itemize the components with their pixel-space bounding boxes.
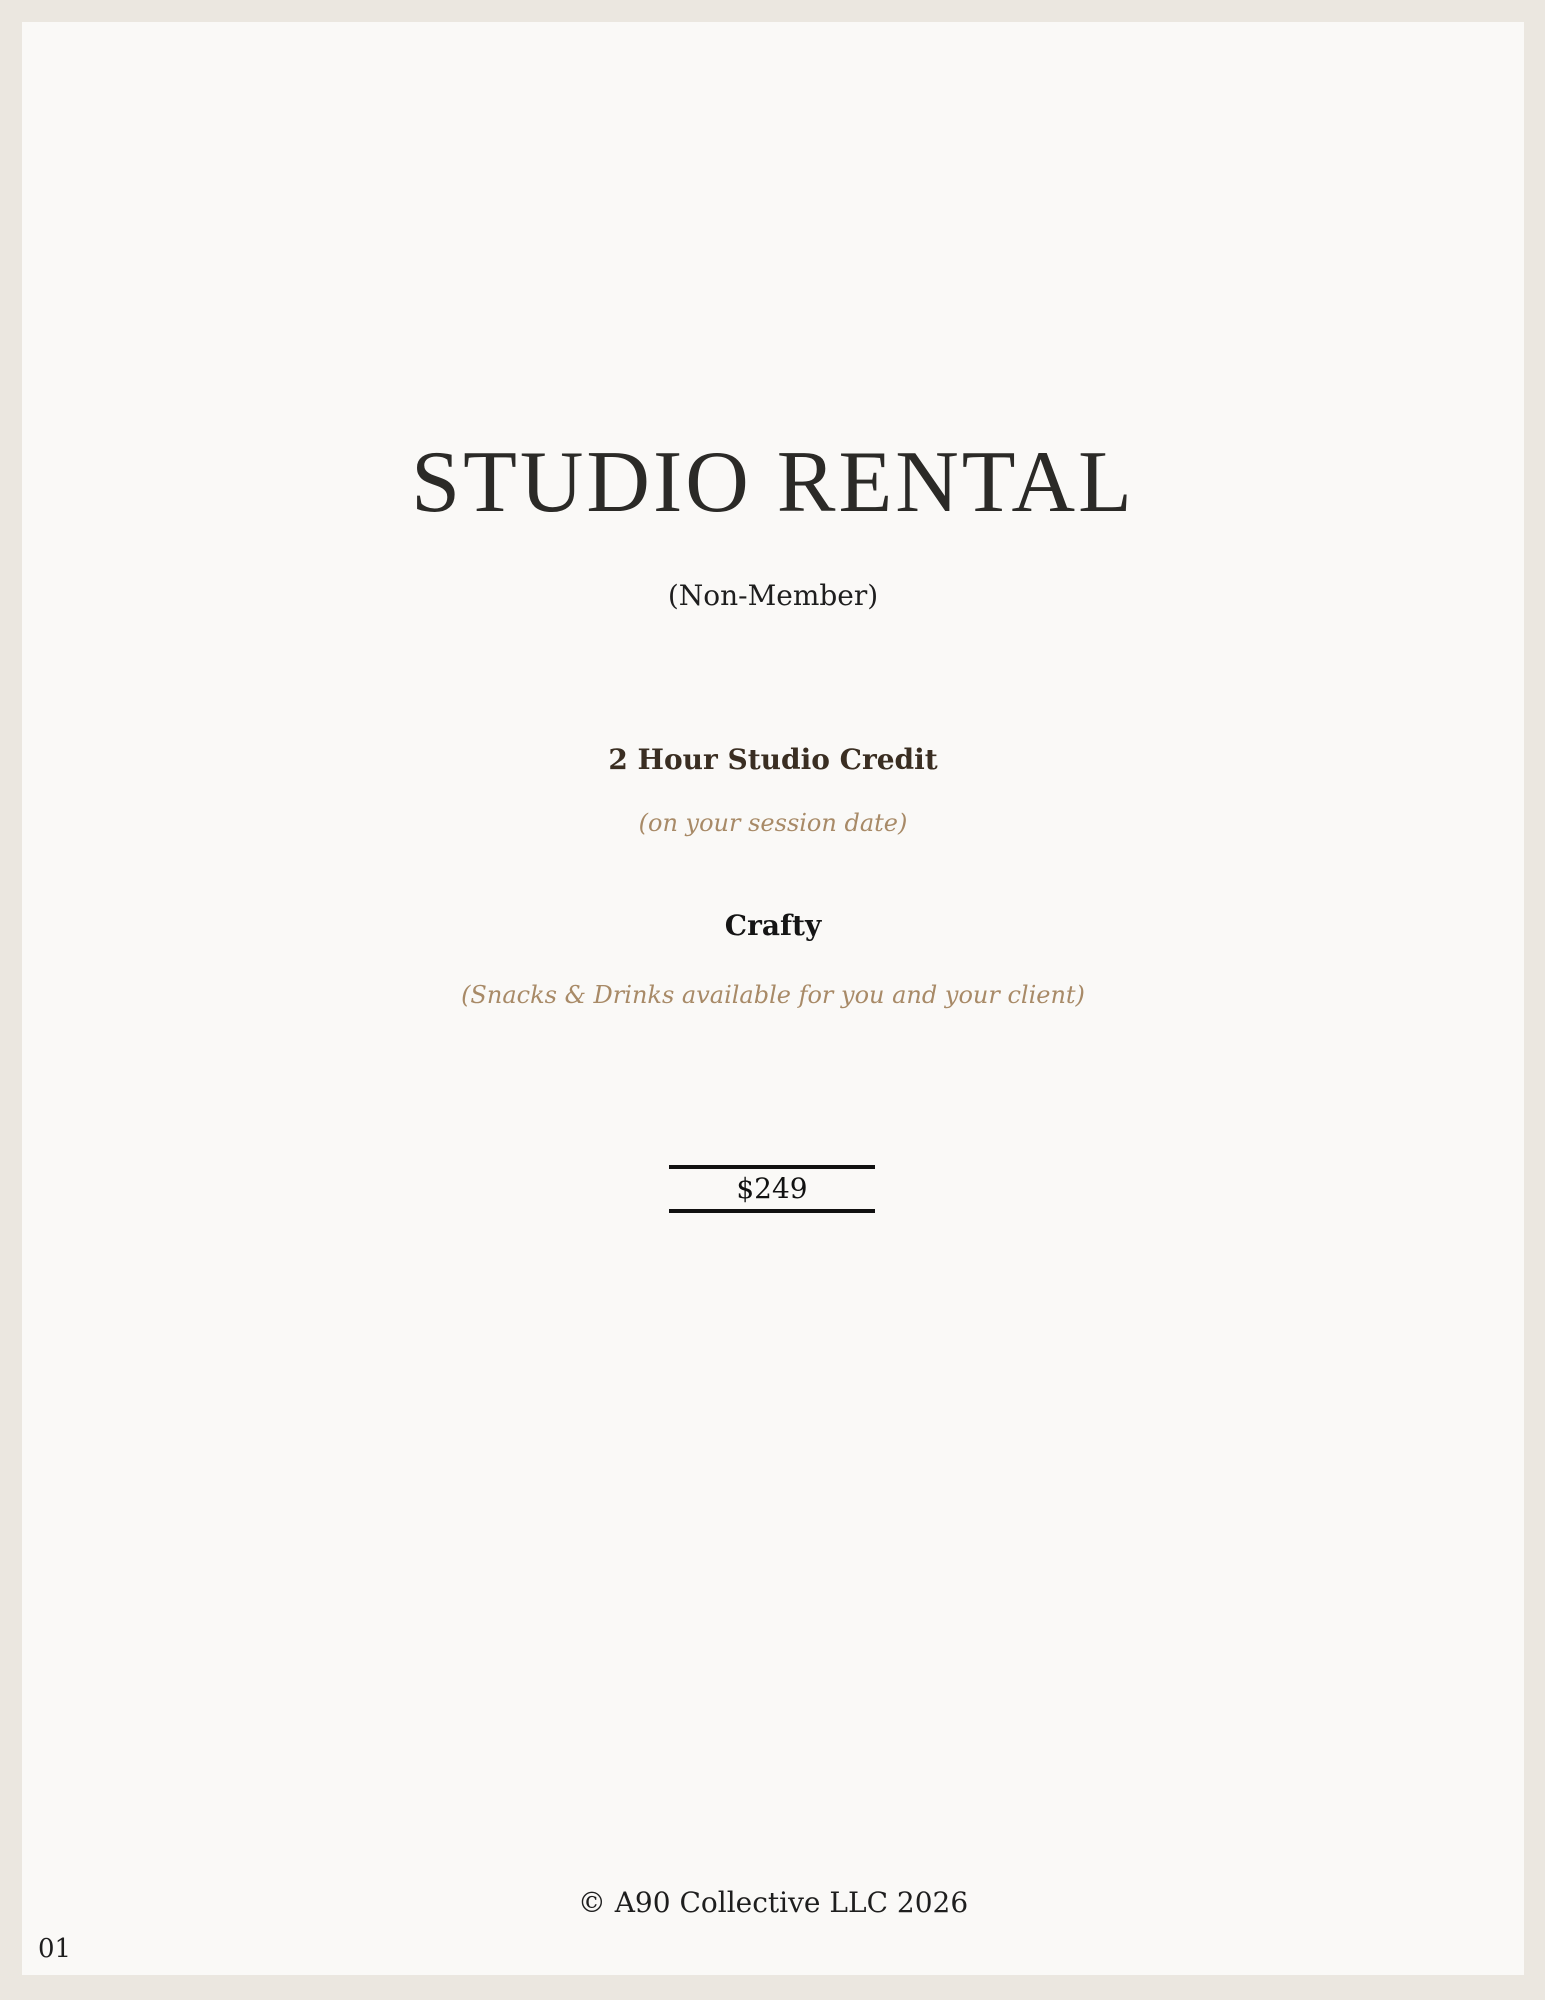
copyright-footer: © A90 Collective LLC 2026	[577, 1886, 969, 1919]
price-label: $249	[736, 1172, 808, 1205]
page-number: 01	[38, 1934, 72, 1964]
crafty-title: Crafty	[724, 909, 822, 942]
studio-credit-title: 2 Hour Studio Credit	[608, 743, 938, 776]
price-box: $249	[669, 1165, 875, 1213]
page-subtitle: (Non-Member)	[667, 579, 879, 612]
crafty-note: (Snacks & Drinks available for you and y…	[461, 981, 1085, 1009]
page-title: STUDIO RENTAL	[411, 434, 1135, 531]
document-page: STUDIO RENTAL (Non-Member) 2 Hour Studio…	[22, 22, 1524, 1975]
studio-credit-note: (on your session date)	[638, 809, 908, 837]
